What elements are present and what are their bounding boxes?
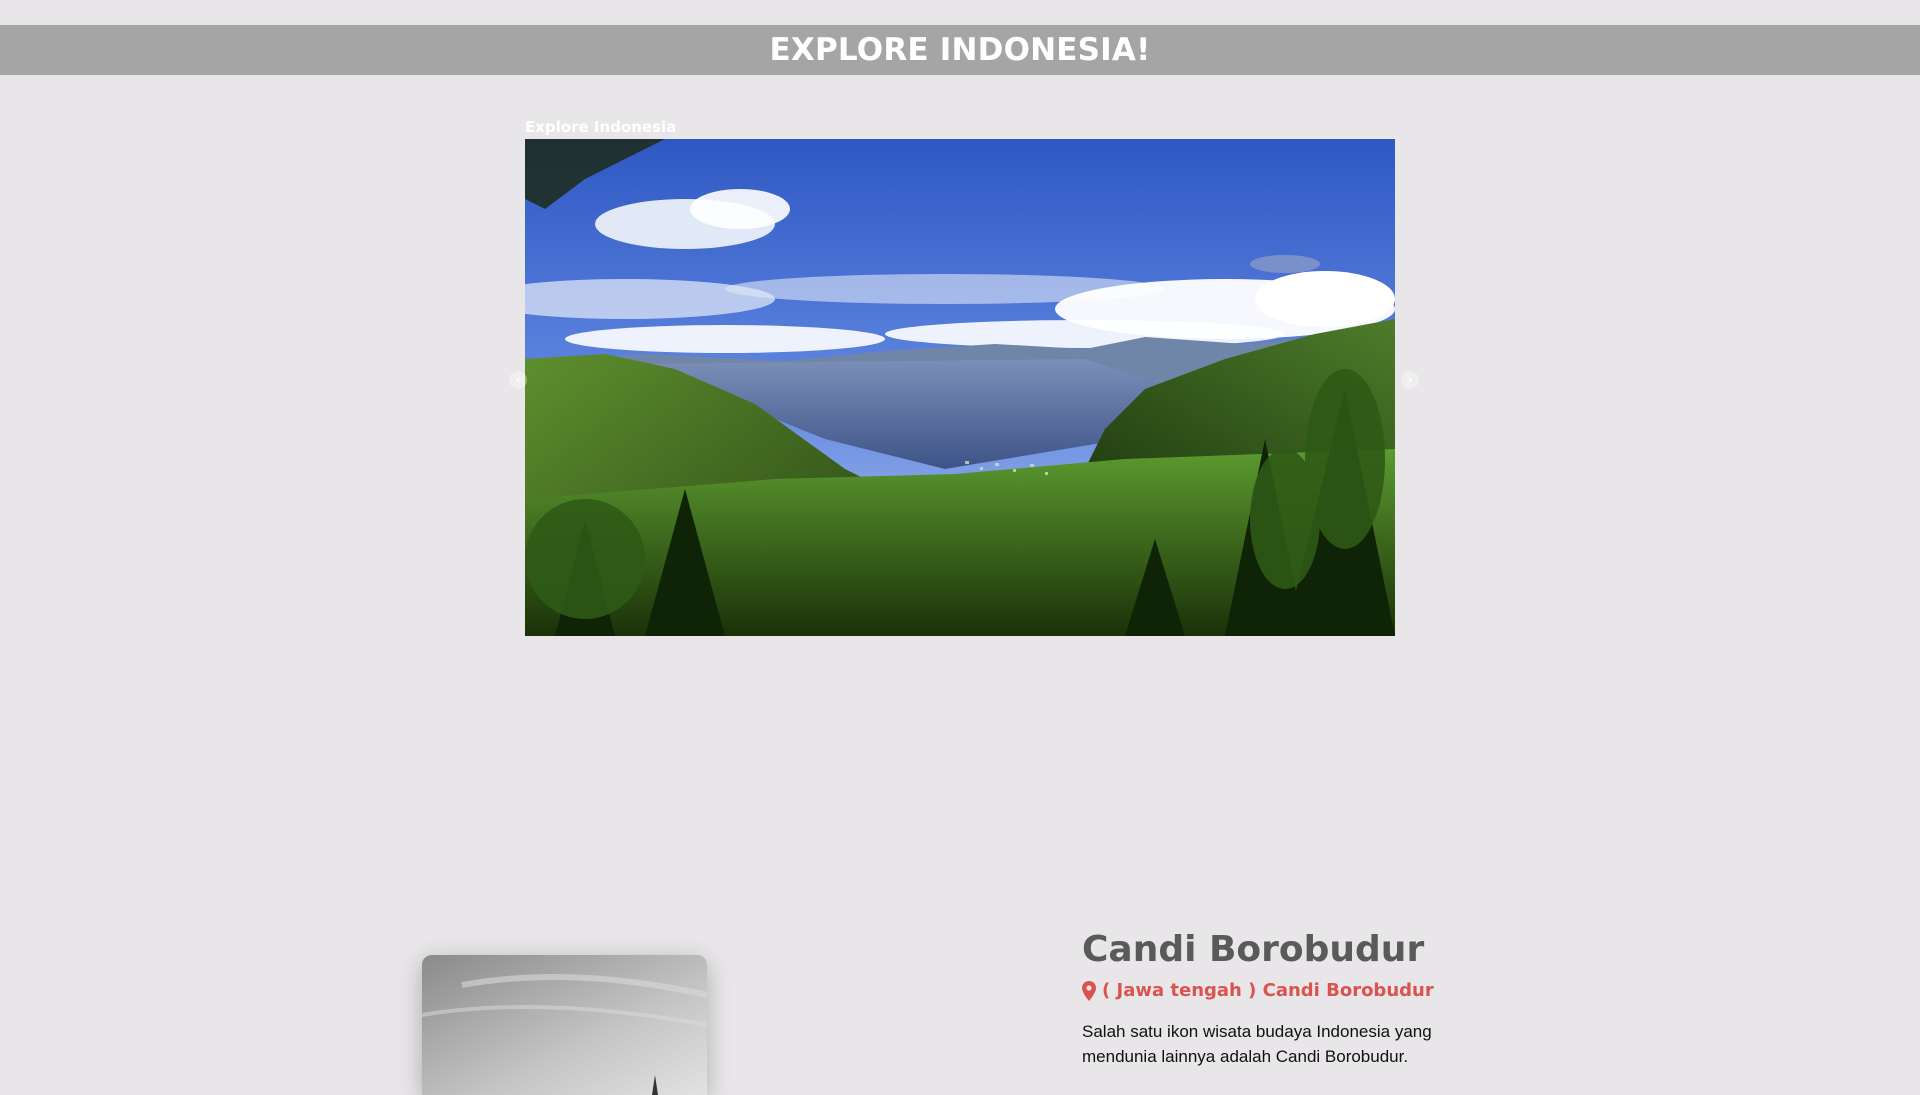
chevron-left-icon: ‹	[515, 372, 521, 388]
location-label: ( Jawa tengah ) Candi Borobudur	[1102, 980, 1434, 1001]
carousel-slide-image	[525, 139, 1395, 636]
destination-location[interactable]: ( Jawa tengah ) Candi Borobudur	[1082, 977, 1502, 1005]
carousel-caption: Explore Indonesia	[525, 118, 677, 136]
destination-title: Candi Borobudur	[1082, 929, 1425, 970]
destination-card-image[interactable]	[422, 955, 707, 1095]
map-pin-icon	[1082, 981, 1096, 1001]
image-carousel[interactable]: Explore Indonesia ‹ ›	[509, 117, 1419, 636]
page-title: EXPLORE INDONESIA!	[769, 32, 1151, 68]
lake-landscape-image	[525, 139, 1395, 636]
borobudur-photo-image	[422, 955, 707, 1095]
carousel-next-button[interactable]: ›	[1401, 371, 1419, 389]
destination-description: Salah satu ikon wisata budaya Indonesia …	[1082, 1022, 1432, 1066]
chevron-right-icon: ›	[1407, 372, 1413, 388]
carousel-prev-button[interactable]: ‹	[509, 371, 527, 389]
destination-info: Candi Borobudur ( Jawa tengah ) Candi Bo…	[1082, 925, 1502, 1069]
top-header-bar: EXPLORE INDONESIA!	[0, 25, 1920, 75]
